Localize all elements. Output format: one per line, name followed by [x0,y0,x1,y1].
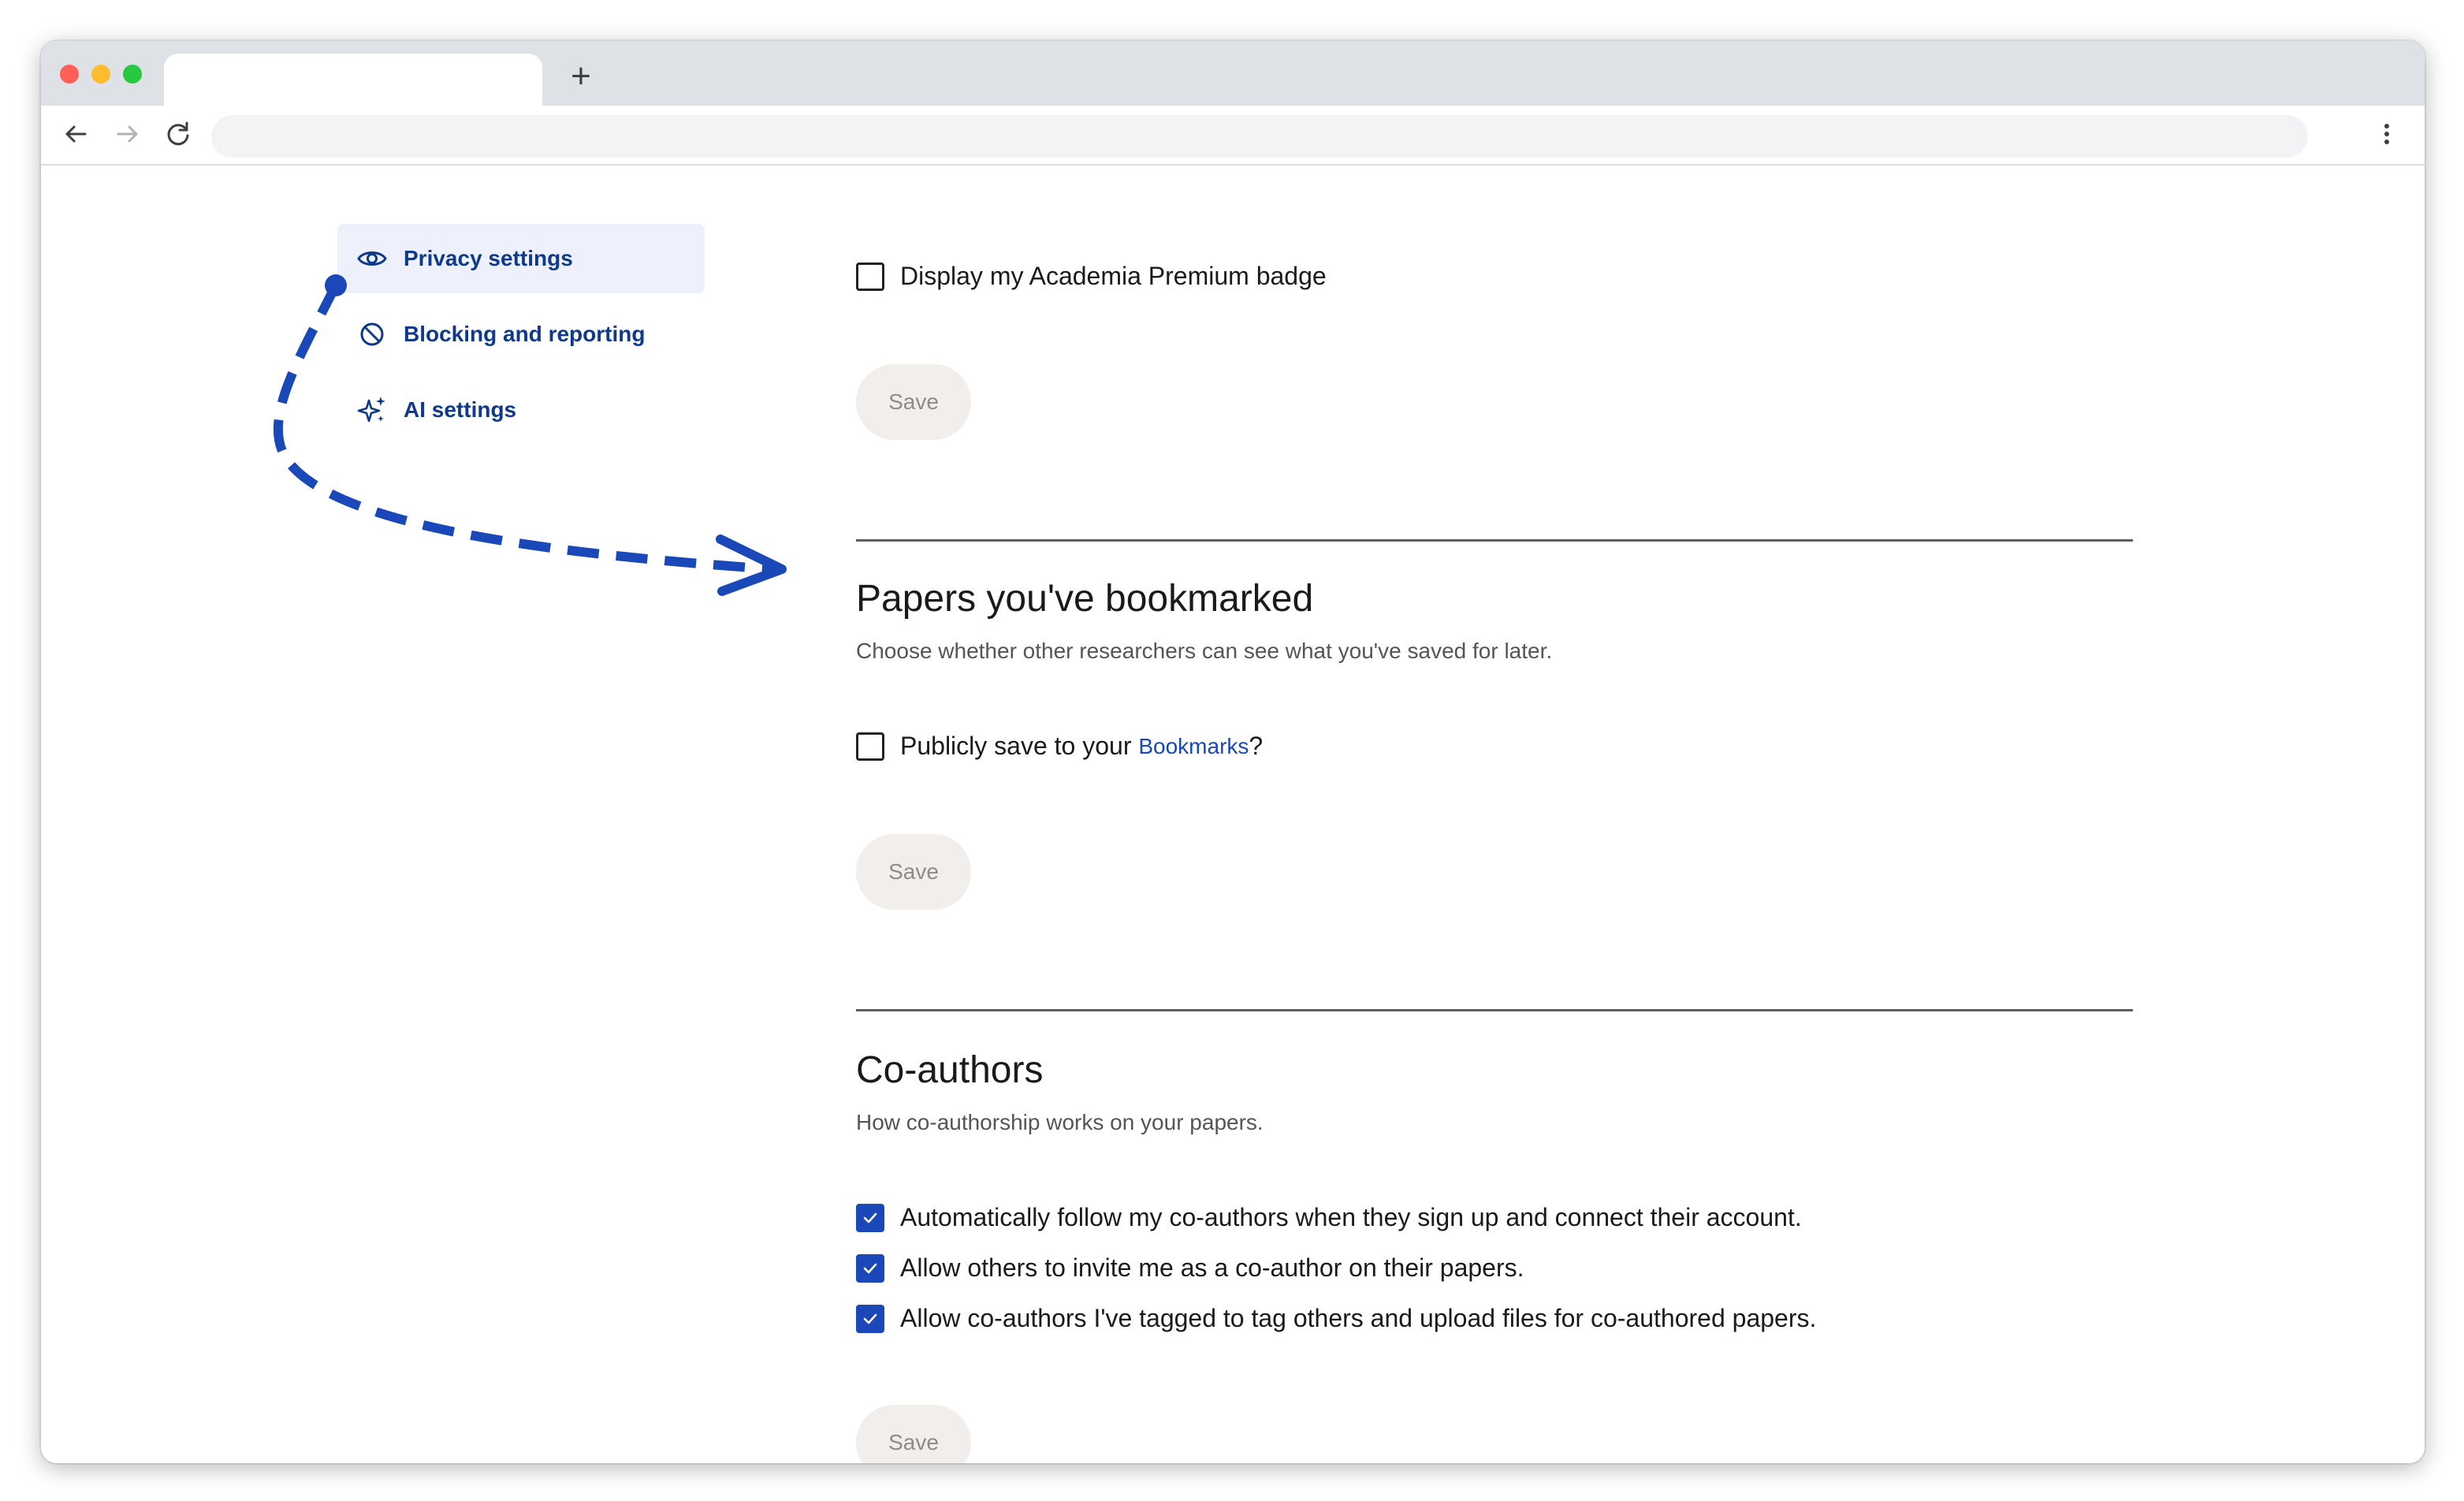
sidebar-item-ai-settings[interactable]: AI settings [337,375,705,445]
kebab-menu-icon [2384,124,2389,144]
bookmarks-section-title: Papers you've bookmarked [856,578,1314,620]
coauthor-option[interactable]: Automatically follow my co-authors when … [856,1203,1802,1232]
close-window-button[interactable] [60,65,79,84]
bookmarks-save-button[interactable]: Save [856,834,971,910]
checkmark-icon [863,1313,877,1324]
sidebar-item-label: Privacy settings [404,246,573,270]
premium-save-button[interactable]: Save [856,364,971,440]
maximize-window-button[interactable] [123,65,142,84]
coauthor-option-checkbox[interactable] [856,1203,884,1232]
browser-window: + Privacy settings Blocking and reportin… [41,41,2425,1463]
bookmarks-section-description: Choose whether other researchers can see… [856,639,1553,663]
page-content: Privacy settings Blocking and reporting [41,166,2425,1463]
settings-sidebar: Privacy settings Blocking and reporting [337,224,705,451]
browser-tab[interactable] [164,54,542,106]
reload-icon [167,121,189,146]
title-bar: + [41,41,2425,106]
section-divider [856,539,2133,542]
sidebar-item-privacy-settings[interactable]: Privacy settings [337,224,705,293]
coauthor-option-label: Automatically follow my co-authors when … [900,1203,1802,1231]
public-bookmarks-option[interactable]: Publicly save to your Bookmarks? [856,732,1263,761]
public-bookmarks-label-prefix: Publicly save to your [900,732,1139,760]
coauthors-section-description: How co-authorship works on your papers. [856,1110,1264,1134]
sidebar-item-label: Blocking and reporting [404,322,646,346]
block-icon [356,318,388,350]
reload-button[interactable] [162,118,194,150]
browser-menu-button[interactable] [2371,118,2403,150]
forward-button[interactable] [112,118,143,150]
coauthor-option[interactable]: Allow others to invite me as a co-author… [856,1253,1524,1283]
sparkle-icon [356,394,388,426]
checkmark-icon [863,1212,877,1223]
coauthor-option-label: Allow co-authors I've tagged to tag othe… [900,1304,1817,1332]
minimize-window-button[interactable] [91,65,110,84]
back-arrow-icon [65,125,87,143]
coauthors-save-button[interactable]: Save [856,1405,971,1463]
coauthor-option-checkbox[interactable] [856,1253,884,1283]
eye-icon [356,243,388,274]
new-tab-button[interactable]: + [561,57,601,96]
sidebar-item-blocking-and-reporting[interactable]: Blocking and reporting [337,300,705,369]
forward-arrow-icon [117,125,138,143]
coauthors-section-title: Co-authors [856,1049,1044,1091]
sidebar-item-label: AI settings [404,397,517,422]
browser-toolbar [41,106,2425,166]
section-divider [856,1009,2133,1011]
coauthor-option-checkbox[interactable] [856,1304,884,1333]
public-bookmarks-label-suffix: ? [1249,732,1264,760]
bookmarks-link[interactable]: Bookmarks [1138,734,1249,759]
checkmark-icon [863,1263,877,1273]
back-button[interactable] [60,118,91,150]
premium-badge-option[interactable]: Display my Academia Premium badge [856,262,1327,291]
coauthor-option-label: Allow others to invite me as a co-author… [900,1253,1524,1282]
address-bar[interactable] [211,115,2308,158]
premium-badge-label: Display my Academia Premium badge [900,262,1327,290]
public-bookmarks-checkbox[interactable] [856,732,884,761]
premium-badge-checkbox[interactable] [856,262,884,291]
coauthor-option[interactable]: Allow co-authors I've tagged to tag othe… [856,1304,1816,1333]
